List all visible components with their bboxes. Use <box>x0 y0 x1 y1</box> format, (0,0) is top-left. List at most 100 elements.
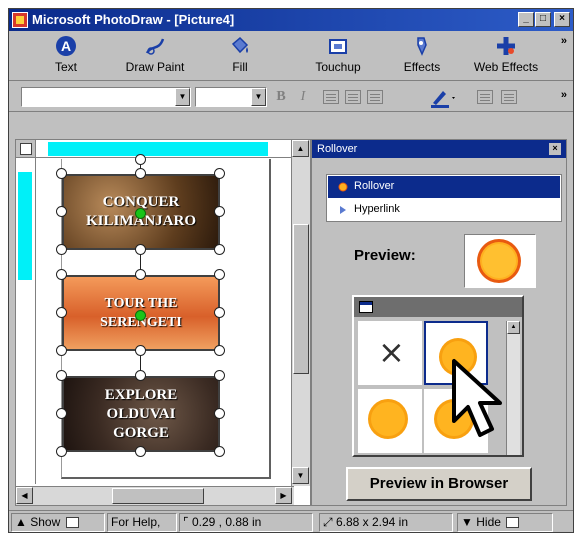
mouse-pointer-icon <box>452 359 502 437</box>
ungroup-icon[interactable] <box>501 90 517 104</box>
resize-handle[interactable] <box>135 168 146 179</box>
scroll-down-button[interactable]: ▼ <box>292 467 309 484</box>
font-combo[interactable]: ▼ <box>21 87 191 107</box>
graphic-text-line: EXPLORE <box>104 386 178 403</box>
scroll-right-button[interactable]: ▶ <box>275 487 292 504</box>
resize-handle[interactable] <box>56 244 67 255</box>
align-left-icon[interactable] <box>323 90 339 104</box>
center-handle[interactable] <box>135 208 146 219</box>
horizontal-ruler[interactable] <box>36 140 292 158</box>
resize-handle[interactable] <box>214 244 225 255</box>
size-value: 6.88 x 2.94 in <box>335 515 409 529</box>
resize-handle[interactable] <box>135 370 146 381</box>
app-icon <box>12 12 28 28</box>
italic-button[interactable]: I <box>295 89 311 105</box>
draw-paint-button[interactable]: Draw Paint <box>112 35 198 79</box>
panel-toggle-icon <box>65 517 79 528</box>
resize-handle[interactable] <box>214 370 225 381</box>
resize-handle[interactable] <box>214 269 225 280</box>
vertical-ruler[interactable] <box>16 158 36 484</box>
graphic-text-line: OLDUVAI <box>106 405 176 422</box>
position-readout: ⌜ 0.29 , 0.88 in <box>179 513 313 532</box>
ruler-corner[interactable] <box>16 140 36 158</box>
resize-handle[interactable] <box>214 168 225 179</box>
close-button[interactable]: × <box>554 12 570 27</box>
rollover-circle-icon <box>368 399 408 439</box>
scroll-up-button[interactable]: ▲ <box>292 140 309 157</box>
grid-cell[interactable]: × <box>358 321 422 385</box>
fill-icon <box>231 36 249 54</box>
list-item-label: Hyperlink <box>354 203 400 215</box>
help-text: For Help, <box>107 513 177 532</box>
hide-button-label: Hide <box>476 515 501 529</box>
graphic-text-line: GORGE <box>113 424 169 441</box>
main-toolbar: A Text Draw Paint Fill Touchup Effects W… <box>9 31 573 81</box>
down-triangle-icon: ▼ <box>461 515 473 529</box>
position-icon: ⌜ <box>183 515 189 529</box>
position-value: 0.29 , 0.88 in <box>191 515 262 529</box>
rollover-type-list: Rollover Hyperlink <box>326 174 562 222</box>
center-handle[interactable] <box>135 310 146 321</box>
align-right-icon[interactable] <box>367 90 383 104</box>
horizontal-scroll-thumb[interactable] <box>112 488 204 504</box>
resize-handle[interactable] <box>56 446 67 457</box>
resize-handle[interactable] <box>214 408 225 419</box>
hyperlink-arrow-icon <box>338 205 348 218</box>
pen-color-icon[interactable] <box>429 87 459 109</box>
grid-cell[interactable] <box>358 389 422 453</box>
rollover-panel: Rollover × Rollover Hyperlink Preview: ×… <box>311 139 567 506</box>
vertical-scrollbar[interactable]: ▲ ▼ <box>291 140 310 486</box>
resize-handle[interactable] <box>214 345 225 356</box>
text-button[interactable]: A Text <box>23 35 109 79</box>
resize-handle[interactable] <box>56 307 67 318</box>
scroll-left-button[interactable]: ◀ <box>16 487 33 504</box>
web-effects-button-label: Web Effects <box>473 60 539 74</box>
font-size-combo[interactable]: ▼ <box>195 87 267 107</box>
rotate-handle[interactable] <box>135 154 146 165</box>
scroll-up-button[interactable]: ▲ <box>507 321 520 334</box>
draw-paint-icon <box>145 38 165 55</box>
show-button[interactable]: ▲ Show <box>11 513 105 532</box>
minimize-button[interactable]: _ <box>518 12 534 27</box>
effects-button[interactable]: Effects <box>379 35 465 79</box>
web-effects-icon <box>497 37 515 55</box>
touchup-button-label: Touchup <box>315 60 361 74</box>
fill-button[interactable]: Fill <box>197 35 283 79</box>
preview-in-browser-button[interactable]: Preview in Browser <box>346 467 532 501</box>
format-toolbar-overflow-button[interactable]: » <box>561 89 567 101</box>
resize-handle[interactable] <box>135 345 146 356</box>
ruler-selection-band <box>18 172 32 280</box>
panel-close-button[interactable]: × <box>549 143 561 155</box>
bold-button[interactable]: B <box>273 89 289 105</box>
resize-handle[interactable] <box>214 307 225 318</box>
resize-handle[interactable] <box>56 269 67 280</box>
maximize-button[interactable]: □ <box>535 12 551 27</box>
resize-handle[interactable] <box>214 206 225 217</box>
touchup-button[interactable]: Touchup <box>295 35 381 79</box>
touchup-icon <box>329 39 347 54</box>
resize-handle[interactable] <box>56 206 67 217</box>
horizontal-scrollbar[interactable]: ◀ ▶ <box>16 486 294 505</box>
group-icon[interactable] <box>477 90 493 104</box>
up-triangle-icon: ▲ <box>15 515 27 529</box>
text-icon: A <box>56 36 76 56</box>
toolbar-overflow-button[interactable]: » <box>561 35 567 47</box>
hide-button[interactable]: ▼ Hide <box>457 513 553 532</box>
resize-handle[interactable] <box>214 446 225 457</box>
photodraw-window: Microsoft PhotoDraw - [Picture4] _ □ × A… <box>8 8 574 533</box>
resize-handle[interactable] <box>56 345 67 356</box>
resize-handle[interactable] <box>135 269 146 280</box>
format-toolbar: ▼ ▼ B I » <box>9 82 573 112</box>
resize-handle[interactable] <box>56 408 67 419</box>
list-item-rollover[interactable]: Rollover <box>328 176 560 198</box>
resize-handle[interactable] <box>56 370 67 381</box>
resize-handle[interactable] <box>56 168 67 179</box>
align-center-icon[interactable] <box>345 90 361 104</box>
explore-olduvai-gorge-graphic[interactable]: EXPLORE OLDUVAI GORGE <box>62 376 220 452</box>
resize-handle[interactable] <box>135 446 146 457</box>
vertical-scroll-thumb[interactable] <box>293 224 309 374</box>
resize-handle[interactable] <box>135 244 146 255</box>
canvas-area: CONQUER KILIMANJARO TOUR THE SERENGETI E… <box>15 139 311 506</box>
list-item-hyperlink[interactable]: Hyperlink <box>328 199 560 221</box>
web-effects-button[interactable]: Web Effects <box>460 35 552 79</box>
